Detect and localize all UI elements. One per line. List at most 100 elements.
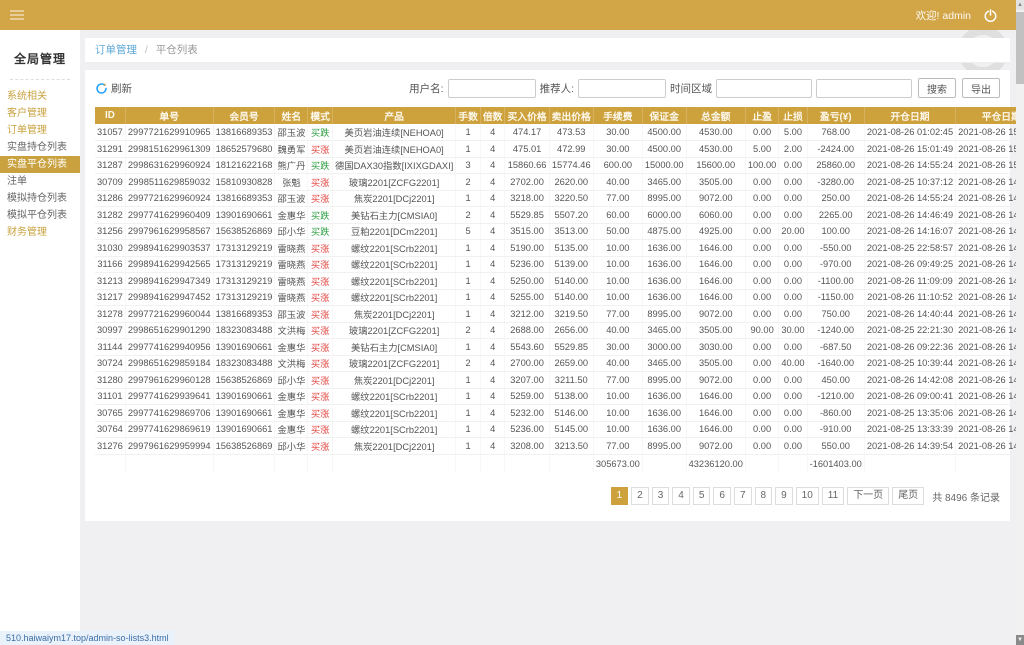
cell-lots: 2 bbox=[456, 174, 481, 191]
referrer-input[interactable] bbox=[578, 79, 666, 98]
cell-product: 德国DAX30指数[IXIXGDAXI] bbox=[332, 157, 455, 174]
page-button-7[interactable]: 7 bbox=[734, 487, 752, 505]
refresh-button[interactable]: 刷新 bbox=[95, 81, 132, 96]
page-button-10[interactable]: 10 bbox=[796, 487, 819, 505]
sidebar-item-订单管理[interactable]: 订单管理 bbox=[0, 122, 80, 139]
table-row: 31144299774162994095613901690661金惠华买涨美钻石… bbox=[95, 339, 1024, 356]
cell-mode: 买涨 bbox=[308, 388, 333, 405]
cell-pl: 750.00 bbox=[807, 306, 864, 323]
summary-empty-cell bbox=[505, 454, 549, 473]
cell-tp: 0.00 bbox=[745, 240, 778, 257]
cell-product: 美页岩油连续[NEHOA0] bbox=[332, 141, 455, 158]
page-button-8[interactable]: 8 bbox=[755, 487, 773, 505]
sidebar-item-模拟持仓列表[interactable]: 模拟持仓列表 bbox=[0, 190, 80, 207]
page-button-4[interactable]: 4 bbox=[672, 487, 690, 505]
breadcrumb-separator: / bbox=[145, 44, 148, 56]
cell-member: 18323083488 bbox=[213, 322, 275, 339]
sidebar-item-客户管理[interactable]: 客户管理 bbox=[0, 105, 80, 122]
cell-pl: 2265.00 bbox=[807, 207, 864, 224]
table-row: 31282299774162996040913901690661金惠华买跌美钻石… bbox=[95, 207, 1024, 224]
breadcrumb-parent-link[interactable]: 订单管理 bbox=[95, 44, 137, 56]
page-button-11[interactable]: 11 bbox=[822, 487, 844, 505]
cell-name: 邱小华 bbox=[275, 438, 308, 455]
cell-tp: 0.00 bbox=[745, 372, 778, 389]
cell-margin: 4500.00 bbox=[642, 141, 686, 158]
export-button[interactable]: 导出 bbox=[962, 78, 1000, 98]
sidebar-item-财务管理[interactable]: 财务管理 bbox=[0, 224, 80, 241]
cell-pl: -1640.00 bbox=[807, 355, 864, 372]
cell-product: 焦炭2201[DCj2201] bbox=[332, 190, 455, 207]
cell-total: 3505.00 bbox=[686, 355, 745, 372]
cell-fee: 10.00 bbox=[593, 240, 642, 257]
cell-name: 魏勇军 bbox=[275, 141, 308, 158]
cell-lots: 1 bbox=[456, 339, 481, 356]
scroll-up-icon[interactable]: ▲ bbox=[1016, 0, 1024, 10]
cell-product: 螺纹2201[SCrb2201] bbox=[332, 240, 455, 257]
cell-mult: 4 bbox=[480, 223, 505, 240]
page-button-5[interactable]: 5 bbox=[693, 487, 711, 505]
time-end-input[interactable] bbox=[816, 79, 912, 98]
cell-fee: 30.00 bbox=[593, 141, 642, 158]
scroll-down-icon[interactable]: ▼ bbox=[1016, 635, 1024, 645]
next-page-button[interactable]: 下一页 bbox=[847, 487, 889, 505]
vertical-scrollbar[interactable]: ▲ ▼ bbox=[1016, 0, 1024, 645]
cell-margin: 3465.00 bbox=[642, 174, 686, 191]
cell-member: 13901690661 bbox=[213, 405, 275, 422]
cell-margin: 1636.00 bbox=[642, 240, 686, 257]
cell-member: 15638526869 bbox=[213, 223, 275, 240]
page-button-9[interactable]: 9 bbox=[775, 487, 793, 505]
refresh-label: 刷新 bbox=[111, 81, 132, 96]
sidebar-item-系统相关[interactable]: 系统相关 bbox=[0, 88, 80, 105]
cell-order: 2998941629942565 bbox=[125, 256, 213, 273]
cell-sl: 0.00 bbox=[779, 405, 807, 422]
cell-buy: 5190.00 bbox=[505, 240, 549, 257]
cell-open: 2021-08-26 09:22:36 bbox=[864, 339, 955, 356]
cell-buy: 5236.00 bbox=[505, 256, 549, 273]
cell-lots: 1 bbox=[456, 124, 481, 141]
cell-name: 金惠华 bbox=[275, 207, 308, 224]
cell-sell: 5138.00 bbox=[549, 388, 593, 405]
cell-fee: 40.00 bbox=[593, 174, 642, 191]
cell-id: 30765 bbox=[95, 405, 125, 422]
cell-order: 2997721629960044 bbox=[125, 306, 213, 323]
cell-mult: 4 bbox=[480, 388, 505, 405]
scrollbar-thumb[interactable] bbox=[1016, 12, 1024, 84]
cell-tp: 0.00 bbox=[745, 405, 778, 422]
cell-open: 2021-08-26 14:16:07 bbox=[864, 223, 955, 240]
cell-tp: 0.00 bbox=[745, 421, 778, 438]
cell-lots: 1 bbox=[456, 240, 481, 257]
cell-buy: 3218.00 bbox=[505, 190, 549, 207]
column-header-单号: 单号 bbox=[125, 107, 213, 124]
cell-lots: 1 bbox=[456, 273, 481, 290]
sidebar-item-注单[interactable]: 注单 bbox=[0, 173, 80, 190]
page-button-3[interactable]: 3 bbox=[652, 487, 670, 505]
cell-tp: 0.00 bbox=[745, 273, 778, 290]
cell-sl: 0.00 bbox=[779, 372, 807, 389]
cell-product: 螺纹2201[SCrb2201] bbox=[332, 289, 455, 306]
username-input[interactable] bbox=[448, 79, 536, 98]
page-button-6[interactable]: 6 bbox=[713, 487, 731, 505]
sidebar-item-实盘平仓列表[interactable]: 实盘平仓列表 bbox=[0, 156, 80, 173]
cell-mode: 买涨 bbox=[308, 322, 333, 339]
cell-total: 9072.00 bbox=[686, 372, 745, 389]
page-button-2[interactable]: 2 bbox=[631, 487, 649, 505]
cell-tp: 5.00 bbox=[745, 141, 778, 158]
sidebar-item-实盘持仓列表[interactable]: 实盘持仓列表 bbox=[0, 139, 80, 156]
cell-id: 31217 bbox=[95, 289, 125, 306]
time-start-input[interactable] bbox=[716, 79, 812, 98]
cell-tp: 0.00 bbox=[745, 289, 778, 306]
sidebar-item-模拟平仓列表[interactable]: 模拟平仓列表 bbox=[0, 207, 80, 224]
cell-sell: 15774.46 bbox=[549, 157, 593, 174]
cell-tp: 0.00 bbox=[745, 124, 778, 141]
page-button-1[interactable]: 1 bbox=[611, 487, 629, 505]
search-button[interactable]: 搜索 bbox=[918, 78, 956, 98]
cell-lots: 1 bbox=[456, 421, 481, 438]
hamburger-menu-icon[interactable] bbox=[10, 8, 24, 22]
last-page-button[interactable]: 尾页 bbox=[892, 487, 924, 505]
cell-sell: 2620.00 bbox=[549, 174, 593, 191]
cell-tp: 100.00 bbox=[745, 157, 778, 174]
logout-power-icon[interactable] bbox=[983, 8, 998, 23]
cell-open: 2021-08-26 14:55:24 bbox=[864, 157, 955, 174]
cell-pl: -3280.00 bbox=[807, 174, 864, 191]
cell-lots: 5 bbox=[456, 223, 481, 240]
